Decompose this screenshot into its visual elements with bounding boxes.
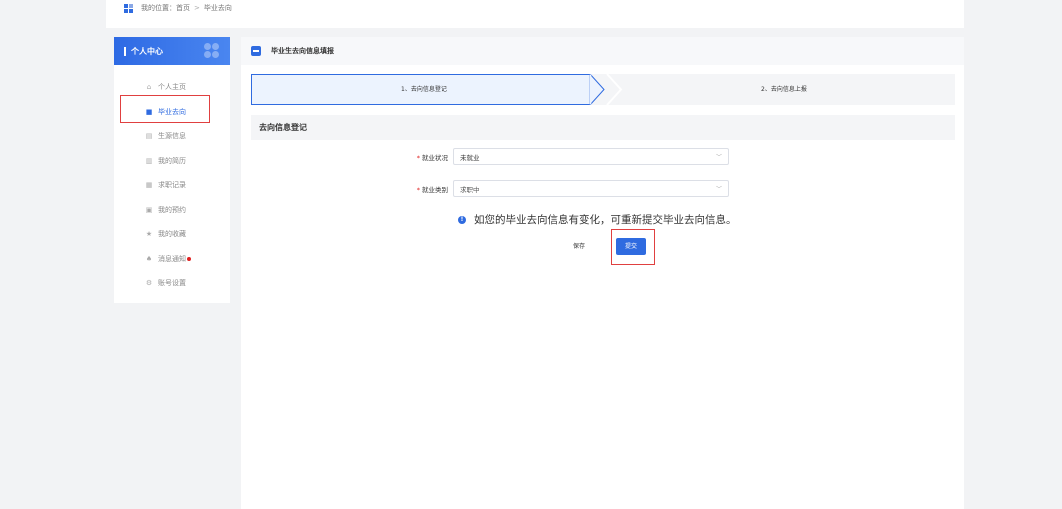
sidebar-item-label: 求职记录 <box>158 181 186 190</box>
highlight-box-sidebar <box>120 95 210 123</box>
unread-dot <box>187 256 191 261</box>
sidebar-item-resume[interactable]: ▥ 我的简历 <box>114 149 230 174</box>
main-header: 毕业生去向信息填报 <box>241 37 964 65</box>
sidebar-item-notifications[interactable]: ♠ 消息通知 <box>114 247 230 272</box>
sidebar-item-label: 个人主页 <box>158 83 186 92</box>
sidebar: 个人中心 ⌂ 个人主页 ■ 毕业去向 ▤ 生源信息 ▥ 我的简历 ▦ 求职记录 ▣ 我的预约… <box>114 37 230 303</box>
header-accent-bar <box>124 46 126 56</box>
sidebar-item-label: 我的预约 <box>158 205 186 214</box>
highlight-box-submit <box>611 229 655 265</box>
breadcrumb-separator: > <box>194 4 200 12</box>
resume-icon: ▥ <box>145 156 153 165</box>
record-icon: ▦ <box>145 181 153 190</box>
breadcrumb-home[interactable]: 首页 <box>176 3 190 13</box>
sidebar-item-label: 账号设置 <box>158 279 186 288</box>
main-panel: 毕业生去向信息填报 1、去向信息登记 2、去向信息上报 去向信息登记 * 就业状况… <box>241 37 964 509</box>
step-2-arrow <box>606 74 623 105</box>
breadcrumb-prefix: 我的位置： <box>141 4 176 12</box>
save-button[interactable]: 保存 <box>565 238 593 255</box>
employment-status-label: * 就业状况 <box>416 153 448 162</box>
sidebar-item-label: 生源信息 <box>158 132 186 141</box>
breadcrumb: 我的位置： 首页 > 毕业去向 <box>124 0 232 16</box>
page-title: 毕业生去向信息填报 <box>271 47 334 55</box>
sidebar-item-account-settings[interactable]: ⚙ 账号设置 <box>114 271 230 296</box>
employment-status-select[interactable]: 未就业 ﹀ <box>453 148 729 165</box>
step-indicator: 1、去向信息登记 2、去向信息上报 <box>251 74 955 105</box>
sidebar-item-job-records[interactable]: ▦ 求职记录 <box>114 173 230 198</box>
notice-text: 如您的毕业去向信息有变化，可重新提交毕业去向信息。 <box>474 214 737 226</box>
sidebar-title: 个人中心 <box>131 46 163 56</box>
chevron-down-icon: ﹀ <box>715 154 722 161</box>
info-icon: ! <box>458 215 466 224</box>
gear-icon: ⚙ <box>145 279 153 288</box>
employment-status-value: 未就业 <box>460 153 480 162</box>
employment-type-row: * 就业类别 求职中 ﹀ <box>241 180 729 197</box>
decorative-dots-icon <box>204 43 220 59</box>
location-icon <box>124 3 133 13</box>
sidebar-item-label: 我的收藏 <box>158 230 186 239</box>
sidebar-item-student-info[interactable]: ▤ 生源信息 <box>114 124 230 149</box>
employment-type-select[interactable]: 求职中 ﹀ <box>453 180 729 197</box>
step-1-arrow <box>589 74 605 105</box>
employment-type-value: 求职中 <box>460 185 480 194</box>
required-mark: * <box>416 185 420 194</box>
sidebar-item-favorites[interactable]: ★ 我的收藏 <box>114 222 230 247</box>
chevron-down-icon: ﹀ <box>715 186 722 193</box>
calendar-icon: ▣ <box>145 205 153 214</box>
collapse-icon[interactable] <box>251 46 261 56</box>
top-bar: 我的位置： 首页 > 毕业去向 <box>106 0 964 28</box>
sidebar-header: 个人中心 <box>114 37 230 65</box>
breadcrumb-current: 毕业去向 <box>203 4 232 12</box>
step-2-label: 2、去向信息上报 <box>761 86 807 93</box>
profile-card-icon: ▤ <box>145 132 153 141</box>
info-notice: ! 如您的毕业去向信息有变化，可重新提交毕业去向信息。 <box>458 212 737 227</box>
star-icon: ★ <box>145 230 153 239</box>
home-icon: ⌂ <box>146 83 152 92</box>
sidebar-item-label: 消息通知 <box>158 254 186 263</box>
step-arrow-shapes <box>589 74 623 105</box>
section-title: 去向信息登记 <box>251 115 955 140</box>
sidebar-item-appointments[interactable]: ▣ 我的预约 <box>114 198 230 223</box>
required-mark: * <box>416 153 420 162</box>
step-1-label: 1、去向信息登记 <box>401 86 447 93</box>
sidebar-item-label: 我的简历 <box>158 156 186 165</box>
bell-icon: ♠ <box>145 254 153 263</box>
employment-status-row: * 就业状况 未就业 ﹀ <box>241 148 729 165</box>
employment-type-label: * 就业类别 <box>416 185 448 194</box>
